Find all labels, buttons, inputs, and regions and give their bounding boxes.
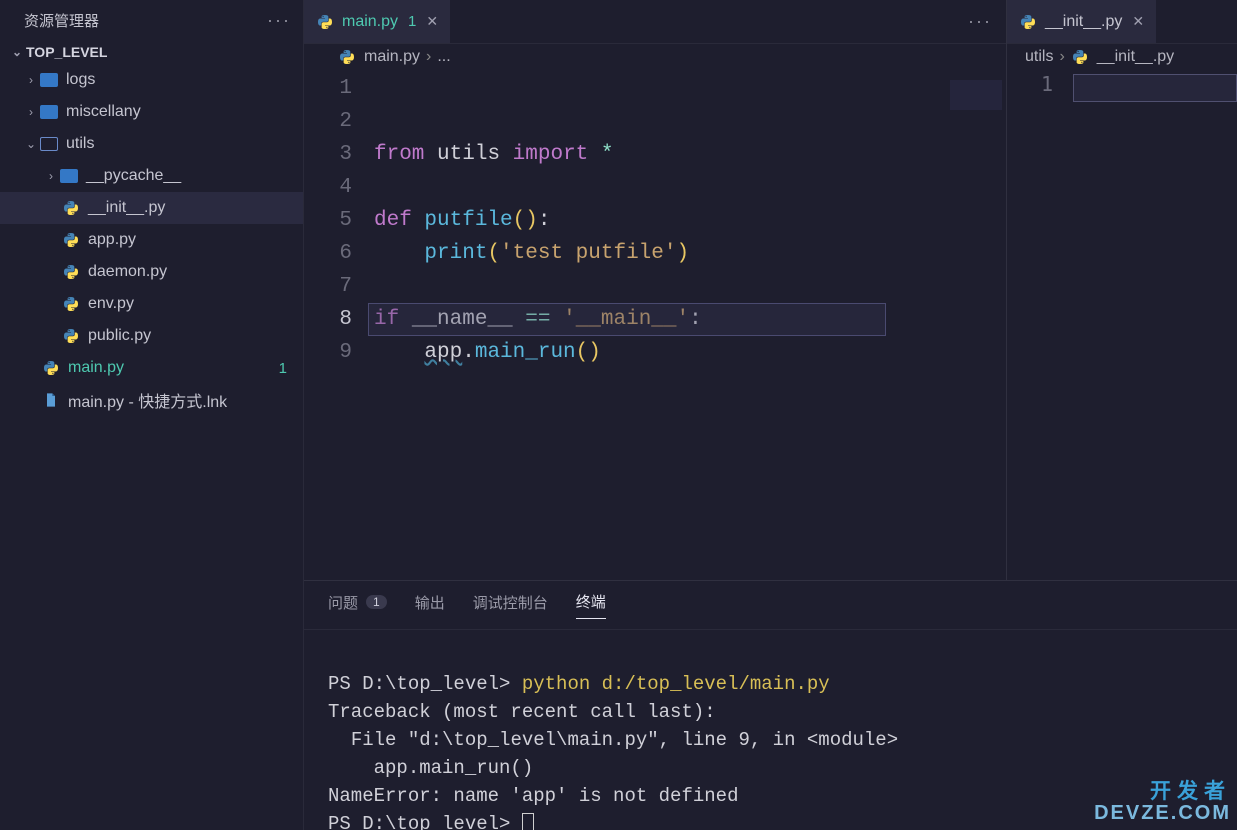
- breadcrumb-file: main.py: [364, 48, 420, 66]
- explorer-header: 资源管理器 ···: [0, 0, 303, 40]
- folder-logs[interactable]: › logs: [0, 64, 303, 96]
- watermark-row1: 开发者: [1094, 781, 1231, 803]
- editor-side: __init__.py ✕ utils › __init__.py 1: [1007, 0, 1237, 580]
- file-label: __init__.py: [88, 199, 165, 217]
- close-icon[interactable]: ✕: [426, 13, 438, 30]
- watermark-row2: DEVZE.COM: [1094, 803, 1231, 824]
- tab-label: main.py: [342, 13, 398, 31]
- document-icon: [42, 391, 60, 409]
- file-main-lnk[interactable]: main.py - 快捷方式.lnk: [0, 384, 303, 416]
- terminal-line: Traceback (most recent call last):: [328, 701, 716, 723]
- file-label: main.py: [68, 359, 124, 377]
- folder-icon: [40, 105, 58, 119]
- breadcrumb-folder: utils: [1025, 48, 1053, 66]
- python-icon: [1019, 13, 1037, 31]
- file-tree: ⌄ TOP_LEVEL › logs › miscellany ⌄ utils …: [0, 40, 303, 830]
- chevron-down-icon: ⌄: [22, 137, 40, 151]
- chevron-right-icon: ›: [42, 169, 60, 183]
- file-app-py[interactable]: app.py: [0, 224, 303, 256]
- folder-icon: [40, 73, 58, 87]
- file-label: miscellany: [66, 103, 141, 121]
- problem-count-badge: 1: [279, 360, 287, 377]
- file-main-py[interactable]: main.py 1: [0, 352, 303, 384]
- terminal-prompt: PS D:\top_level>: [328, 813, 522, 830]
- tab-bar-side: __init__.py ✕: [1007, 0, 1237, 44]
- panel-tab-output[interactable]: 输出: [415, 591, 445, 619]
- chevron-right-icon: ›: [22, 105, 40, 119]
- python-icon: [62, 263, 80, 281]
- line-number: 1: [1013, 72, 1073, 102]
- terminal-cmd: python d:/top_level/main.py: [522, 673, 830, 695]
- terminal-line: app.main_run(): [328, 757, 533, 779]
- tree-root[interactable]: ⌄ TOP_LEVEL: [0, 40, 303, 64]
- code-content: from utils import * def putfile(): print…: [374, 72, 946, 580]
- breadcrumb-file: __init__.py: [1097, 48, 1174, 66]
- panel-tab-problems[interactable]: 问题 1: [328, 591, 387, 619]
- explorer-sidebar: 资源管理器 ··· ⌄ TOP_LEVEL › logs › miscellan…: [0, 0, 304, 830]
- breadcrumb-rest: ...: [437, 48, 450, 66]
- explorer-title: 资源管理器: [24, 10, 99, 31]
- line-gutter: 12 34 56 78 9: [304, 72, 374, 580]
- tab-label: __init__.py: [1045, 13, 1122, 31]
- close-icon[interactable]: ✕: [1132, 13, 1144, 30]
- explorer-more-icon[interactable]: ···: [267, 10, 291, 31]
- tab-problem-count: 1: [408, 13, 416, 30]
- cursor-line: [1073, 74, 1237, 102]
- file-label: utils: [66, 135, 94, 153]
- tab-main-py[interactable]: main.py 1 ✕: [304, 0, 451, 43]
- tab-init-py[interactable]: __init__.py ✕: [1007, 0, 1157, 43]
- file-env-py[interactable]: env.py: [0, 288, 303, 320]
- chevron-right-icon: ›: [426, 48, 431, 66]
- folder-miscellany[interactable]: › miscellany: [0, 96, 303, 128]
- python-icon: [1071, 48, 1089, 66]
- python-icon: [316, 13, 334, 31]
- python-icon: [62, 327, 80, 345]
- folder-utils[interactable]: ⌄ utils: [0, 128, 303, 160]
- file-label: main.py - 快捷方式.lnk: [68, 388, 227, 412]
- file-public-py[interactable]: public.py: [0, 320, 303, 352]
- editor-main: main.py 1 ✕ ··· main.py › ... 12 34 56 7…: [304, 0, 1007, 580]
- file-daemon-py[interactable]: daemon.py: [0, 256, 303, 288]
- tab-bar: main.py 1 ✕ ···: [304, 0, 1006, 44]
- python-icon: [42, 359, 60, 377]
- file-label: __pycache__: [86, 167, 181, 185]
- file-label: logs: [66, 71, 95, 89]
- watermark: 开发者 DEVZE.COM: [1094, 781, 1231, 824]
- folder-open-icon: [40, 137, 58, 151]
- breadcrumb[interactable]: main.py › ...: [304, 44, 1006, 72]
- python-icon: [62, 295, 80, 313]
- root-label: TOP_LEVEL: [26, 44, 107, 60]
- editor-area: main.py 1 ✕ ··· main.py › ... 12 34 56 7…: [304, 0, 1237, 830]
- code-editor[interactable]: 12 34 56 78 9 from utils import * def pu…: [304, 72, 1006, 580]
- minimap[interactable]: [946, 72, 1006, 580]
- folder-pycache[interactable]: › __pycache__: [0, 160, 303, 192]
- chevron-right-icon: ›: [22, 73, 40, 87]
- file-init-py[interactable]: __init__.py: [0, 192, 303, 224]
- file-label: public.py: [88, 327, 151, 345]
- panel-tab-terminal[interactable]: 终端: [576, 591, 606, 619]
- python-icon: [62, 199, 80, 217]
- terminal-line: File "d:\top_level\main.py", line 9, in …: [328, 729, 898, 751]
- problems-count-badge: 1: [366, 595, 387, 609]
- cursor-icon: [522, 813, 534, 830]
- file-label: env.py: [88, 295, 134, 313]
- editor-more-icon[interactable]: ···: [954, 0, 1006, 43]
- chevron-right-icon: ›: [1059, 48, 1064, 66]
- file-label: app.py: [88, 231, 136, 249]
- editor-group: main.py 1 ✕ ··· main.py › ... 12 34 56 7…: [304, 0, 1237, 580]
- folder-icon: [60, 169, 78, 183]
- chevron-down-icon: ⌄: [8, 45, 26, 59]
- panel-tabs: 问题 1 输出 调试控制台 终端: [304, 581, 1237, 630]
- python-icon: [62, 231, 80, 249]
- file-label: daemon.py: [88, 263, 167, 281]
- breadcrumb-side[interactable]: utils › __init__.py: [1007, 44, 1237, 72]
- panel-tab-debug[interactable]: 调试控制台: [473, 591, 548, 619]
- terminal-prompt: PS D:\top_level>: [328, 673, 522, 695]
- python-icon: [338, 48, 356, 66]
- code-editor-side[interactable]: 1: [1007, 72, 1237, 102]
- terminal-line: NameError: name 'app' is not defined: [328, 785, 738, 807]
